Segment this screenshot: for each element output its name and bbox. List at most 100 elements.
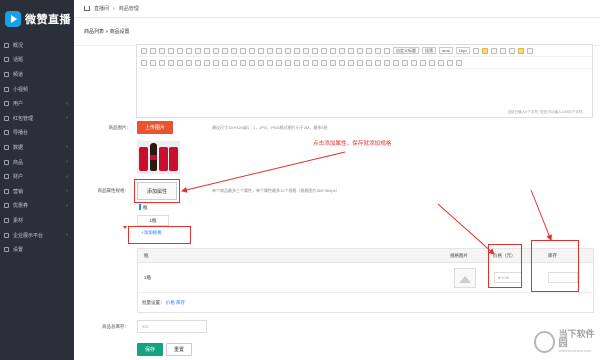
editor-tool-icon[interactable]: [348, 47, 354, 54]
editor-tool-icon[interactable]: [267, 47, 273, 54]
sidebar-item[interactable]: 数据 ‹: [0, 140, 74, 155]
editor-tool-icon[interactable]: [213, 47, 219, 54]
editor-tool-icon[interactable]: [330, 59, 336, 66]
sidebar-item[interactable]: 素材: [0, 213, 74, 228]
editor-tool-icon[interactable]: [509, 47, 516, 54]
editor-tool-icon[interactable]: [303, 59, 309, 66]
sidebar-item[interactable]: 小视频: [0, 82, 74, 97]
editor-tool-icon[interactable]: [195, 47, 201, 54]
sidebar-item[interactable]: 企业展示平台 ‹: [0, 228, 74, 243]
editor-tool-icon[interactable]: [330, 47, 336, 54]
editor-tool-icon[interactable]: [249, 59, 255, 66]
sidebar-item[interactable]: 优惠券 ‹: [0, 199, 74, 214]
editor-tool-icon[interactable]: [518, 47, 525, 54]
paragraph-select[interactable]: 段落: [422, 47, 436, 54]
reset-button[interactable]: 重置: [166, 343, 192, 356]
editor-tool-icon[interactable]: [357, 47, 363, 54]
editor-tool-icon[interactable]: [168, 59, 174, 66]
editor-tool-icon[interactable]: [339, 59, 345, 66]
editor-tool-icon[interactable]: [384, 59, 390, 66]
page-title[interactable]: 商品列表 » 商品设置: [84, 28, 130, 35]
sidebar-item[interactable]: 用户 ‹: [0, 96, 74, 111]
editor-tool-icon[interactable]: [366, 59, 372, 66]
editor-tool-icon[interactable]: [258, 47, 264, 54]
editor-tool-icon[interactable]: [312, 47, 318, 54]
editor-tool-icon[interactable]: [285, 59, 291, 66]
editor-tool-icon[interactable]: [177, 59, 183, 66]
editor-tool-icon[interactable]: [186, 47, 192, 54]
editor-tool-icon[interactable]: [303, 47, 309, 54]
batch-stock-link[interactable]: 库存: [176, 300, 185, 305]
editor-tool-icon[interactable]: [366, 47, 372, 54]
font-size-select[interactable]: 16px: [455, 47, 471, 54]
editor-tool-icon[interactable]: [249, 47, 255, 54]
sidebar-item[interactable]: 频道: [0, 67, 74, 82]
editor-tool-icon[interactable]: [231, 59, 237, 66]
editor-tool-icon[interactable]: [258, 59, 264, 66]
editor-tool-icon[interactable]: [168, 47, 174, 54]
sidebar-item[interactable]: 概况: [0, 38, 74, 53]
attr-value-tag[interactable]: 1瓶: [137, 215, 169, 226]
editor-tool-icon[interactable]: [222, 59, 228, 66]
editor-tool-icon[interactable]: [267, 59, 273, 66]
editor-tool-icon[interactable]: [321, 59, 327, 66]
product-image-thumbnail[interactable]: [137, 141, 180, 174]
editor-tool-icon[interactable]: [456, 59, 462, 66]
editor-tool-icon[interactable]: [491, 47, 498, 54]
editor-tool-icon[interactable]: [204, 59, 210, 66]
editor-tool-icon[interactable]: [141, 47, 147, 54]
editor-tool-icon[interactable]: [447, 59, 453, 66]
editor-tool-icon[interactable]: [438, 59, 444, 66]
editor-tool-icon[interactable]: [150, 47, 156, 54]
add-spec-link[interactable]: +添加规格: [141, 230, 162, 236]
editor-tool-icon[interactable]: [276, 59, 282, 66]
editor-tool-icon[interactable]: [473, 47, 480, 54]
editor-tool-icon[interactable]: [186, 59, 192, 66]
batch-price-link[interactable]: 价格: [166, 300, 175, 305]
spec-image-placeholder-icon[interactable]: [454, 268, 476, 288]
editor-tool-icon[interactable]: [204, 47, 210, 54]
app-logo[interactable]: 微赞直播: [0, 0, 74, 38]
attr-name[interactable]: 瓶: [143, 205, 148, 211]
editor-tool-icon[interactable]: [222, 47, 228, 54]
upload-image-button[interactable]: 上传图片: [137, 121, 173, 134]
editor-tool-icon[interactable]: [357, 59, 363, 66]
editor-tool-icon[interactable]: [393, 59, 399, 66]
sidebar-item[interactable]: 商品 ‹: [0, 155, 74, 170]
editor-tool-icon[interactable]: [294, 47, 300, 54]
editor-tool-icon[interactable]: [402, 59, 408, 66]
sidebar-item[interactable]: 设置: [0, 242, 74, 257]
editor-tool-icon[interactable]: [420, 59, 426, 66]
save-button[interactable]: 保存: [137, 343, 163, 356]
editor-tool-icon[interactable]: [195, 59, 201, 66]
editor-tool-icon[interactable]: [312, 59, 318, 66]
editor-tool-icon[interactable]: [375, 59, 381, 66]
editor-tool-icon[interactable]: [294, 59, 300, 66]
editor-tool-icon[interactable]: [150, 59, 156, 66]
editor-tool-icon[interactable]: [375, 47, 381, 54]
editor-tool-icon[interactable]: [213, 59, 219, 66]
total-stock-input[interactable]: 900: [137, 320, 207, 333]
editor-tool-icon[interactable]: [159, 47, 165, 54]
format-select[interactable]: 自定义标题: [393, 47, 419, 54]
editor-tool-icon[interactable]: [321, 47, 327, 54]
font-family-select[interactable]: arial: [439, 47, 453, 54]
editor-tool-icon[interactable]: [285, 47, 291, 54]
editor-tool-icon[interactable]: [348, 59, 354, 66]
editor-tool-icon[interactable]: [177, 47, 183, 54]
home-icon[interactable]: [84, 6, 90, 11]
editor-content-area[interactable]: [137, 71, 592, 107]
editor-tool-icon[interactable]: [500, 47, 507, 54]
editor-tool-icon[interactable]: [159, 59, 165, 66]
editor-tool-icon[interactable]: [339, 47, 345, 54]
editor-tool-icon[interactable]: [276, 47, 282, 54]
editor-tool-icon[interactable]: [527, 47, 534, 54]
editor-tool-icon[interactable]: [429, 59, 435, 66]
sidebar-item[interactable]: 财户 ‹: [0, 169, 74, 184]
editor-tool-icon[interactable]: [240, 47, 246, 54]
editor-tool-icon[interactable]: [231, 47, 237, 54]
editor-tool-icon[interactable]: [482, 47, 489, 54]
sidebar-item[interactable]: 红包管理 ‹: [0, 111, 74, 126]
sidebar-item[interactable]: 话题: [0, 53, 74, 68]
editor-tool-icon[interactable]: [240, 59, 246, 66]
